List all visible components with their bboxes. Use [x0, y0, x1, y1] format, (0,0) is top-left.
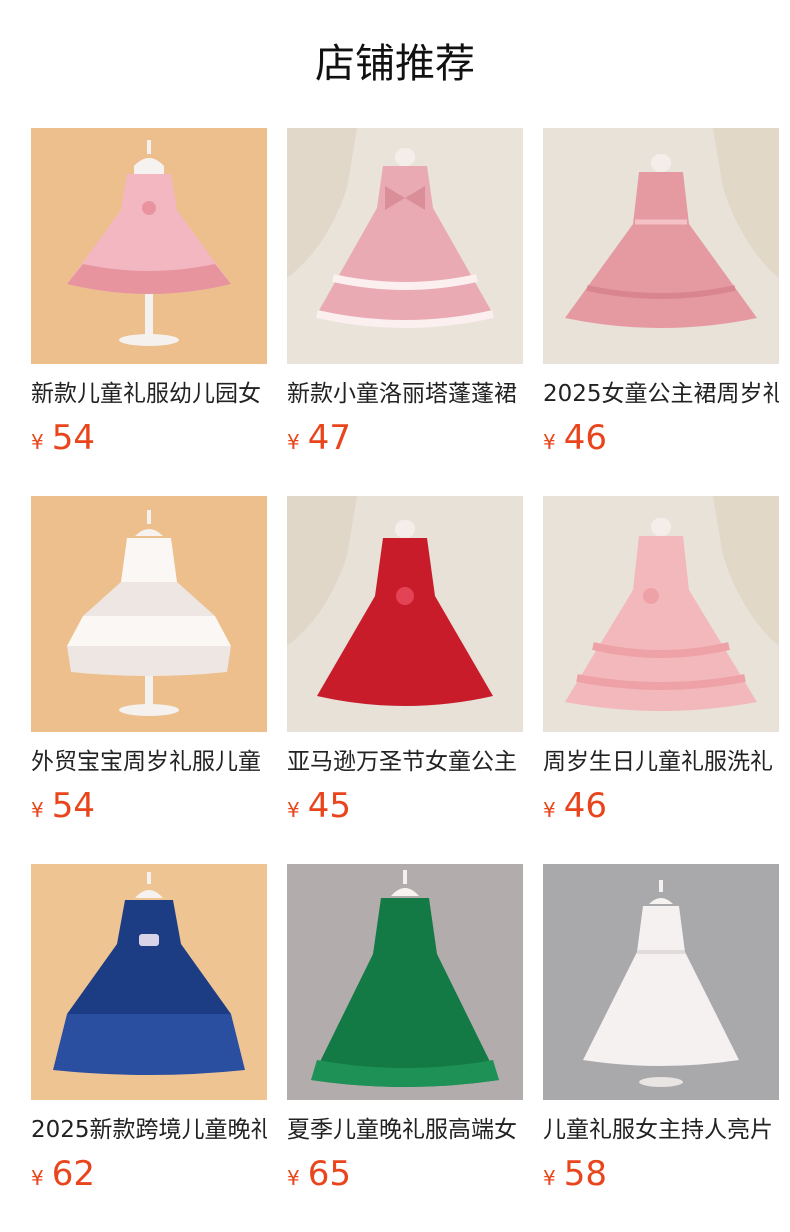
product-image[interactable]	[543, 864, 779, 1100]
price-value: 65	[307, 1154, 351, 1194]
product-name[interactable]: 亚马逊万圣节女童公主	[287, 746, 523, 778]
product-price: ¥54	[31, 786, 267, 826]
price-value: 47	[307, 418, 351, 458]
price-value: 46	[563, 786, 607, 826]
product-image[interactable]	[287, 128, 523, 364]
product-price: ¥46	[543, 418, 779, 458]
product-card[interactable]: 周岁生日儿童礼服洗礼 ¥46	[543, 496, 779, 826]
dress-thumbnail-icon	[543, 128, 779, 364]
price-value: 62	[51, 1154, 95, 1194]
product-image[interactable]	[31, 496, 267, 732]
product-card[interactable]: 亚马逊万圣节女童公主 ¥45	[287, 496, 523, 826]
price-value: 54	[51, 418, 95, 458]
product-name[interactable]: 周岁生日儿童礼服洗礼	[543, 746, 779, 778]
product-price: ¥62	[31, 1154, 267, 1194]
product-name[interactable]: 2025新款跨境儿童晚礼	[31, 1114, 267, 1146]
product-image[interactable]	[31, 128, 267, 364]
product-price: ¥47	[287, 418, 523, 458]
currency-symbol: ¥	[543, 798, 556, 822]
product-name[interactable]: 新款小童洛丽塔蓬蓬裙	[287, 378, 523, 410]
price-value: 45	[307, 786, 351, 826]
product-name[interactable]: 外贸宝宝周岁礼服儿童	[31, 746, 267, 778]
dress-thumbnail-icon	[31, 128, 267, 364]
currency-symbol: ¥	[543, 1166, 556, 1190]
dress-thumbnail-icon	[287, 128, 523, 364]
product-price: ¥54	[31, 418, 267, 458]
dress-thumbnail-icon	[543, 864, 779, 1100]
product-image[interactable]	[31, 864, 267, 1100]
currency-symbol: ¥	[31, 1166, 44, 1190]
product-card[interactable]: 2025新款跨境儿童晚礼 ¥62	[31, 864, 267, 1194]
dress-thumbnail-icon	[31, 864, 267, 1100]
product-card[interactable]: 外贸宝宝周岁礼服儿童 ¥54	[31, 496, 267, 826]
currency-symbol: ¥	[31, 798, 44, 822]
product-card[interactable]: 新款儿童礼服幼儿园女 ¥54	[31, 128, 267, 458]
currency-symbol: ¥	[543, 430, 556, 454]
product-image[interactable]	[287, 864, 523, 1100]
price-value: 46	[563, 418, 607, 458]
currency-symbol: ¥	[31, 430, 44, 454]
product-card[interactable]: 2025女童公主裙周岁礼 ¥46	[543, 128, 779, 458]
product-price: ¥65	[287, 1154, 523, 1194]
dress-thumbnail-icon	[287, 496, 523, 732]
dress-thumbnail-icon	[287, 864, 523, 1100]
page-title: 店铺推荐	[315, 41, 475, 87]
product-image[interactable]	[543, 128, 779, 364]
product-card[interactable]: 新款小童洛丽塔蓬蓬裙 ¥47	[287, 128, 523, 458]
price-value: 58	[563, 1154, 607, 1194]
product-name[interactable]: 新款儿童礼服幼儿园女	[31, 378, 267, 410]
product-price: ¥46	[543, 786, 779, 826]
currency-symbol: ¥	[287, 430, 300, 454]
currency-symbol: ¥	[287, 1166, 300, 1190]
product-name[interactable]: 2025女童公主裙周岁礼	[543, 378, 779, 410]
product-card[interactable]: 夏季儿童晚礼服高端女 ¥65	[287, 864, 523, 1194]
product-card[interactable]: 儿童礼服女主持人亮片 ¥58	[543, 864, 779, 1194]
product-name[interactable]: 夏季儿童晚礼服高端女	[287, 1114, 523, 1146]
dress-thumbnail-icon	[543, 496, 779, 732]
dress-thumbnail-icon	[31, 496, 267, 732]
currency-symbol: ¥	[287, 798, 300, 822]
price-value: 54	[51, 786, 95, 826]
product-image[interactable]	[287, 496, 523, 732]
product-name[interactable]: 儿童礼服女主持人亮片	[543, 1114, 779, 1146]
product-image[interactable]	[543, 496, 779, 732]
product-price: ¥45	[287, 786, 523, 826]
product-price: ¥58	[543, 1154, 779, 1194]
